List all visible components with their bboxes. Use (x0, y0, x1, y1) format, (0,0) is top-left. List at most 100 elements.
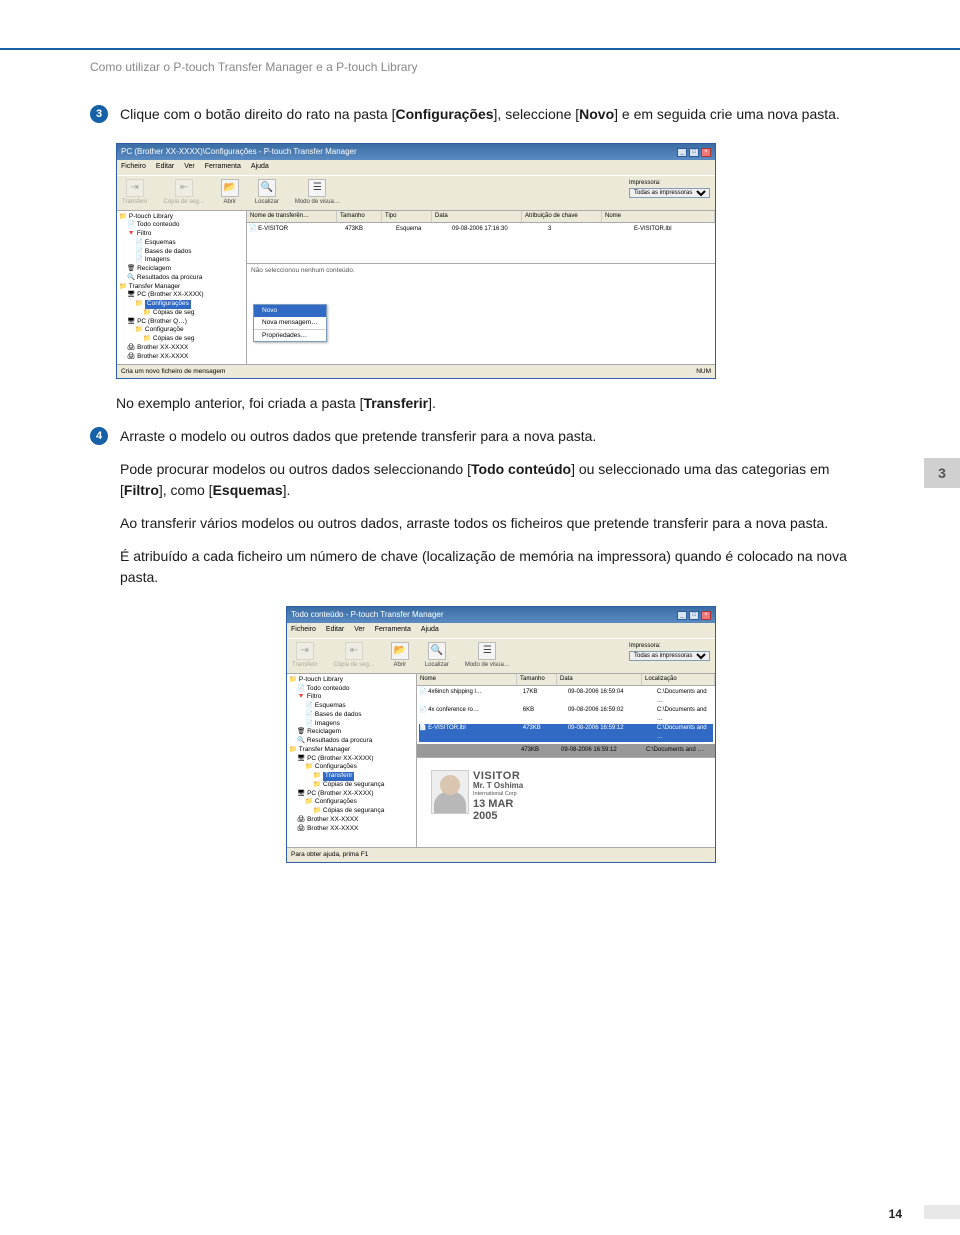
list-row[interactable]: 📄 4x conference ro… 6KB 09-08-2006 16:59… (419, 706, 713, 724)
folder-tree[interactable]: 📁 P-touch Library 📄 Todo conteúdo 🔻 Filt… (117, 211, 247, 364)
window-title: Todo conteúdo - P-touch Transfer Manager (291, 609, 444, 621)
tree-node[interactable]: 📄 Imagens (119, 256, 244, 265)
tree-node[interactable]: 📁 Cópias de segurança (289, 807, 414, 816)
ctx-novo[interactable]: Novo (254, 305, 326, 317)
close-icon[interactable]: × (701, 148, 711, 157)
open-icon: 📂 (221, 179, 239, 197)
search-button[interactable]: 🔍Localizar (255, 179, 279, 207)
menu-ficheiro[interactable]: Ficheiro (121, 162, 146, 173)
footer-tab (924, 1205, 960, 1219)
step-4: 4 Arraste o modelo ou outros dados que p… (90, 426, 870, 600)
transfer-button[interactable]: ⇥Transferir (122, 179, 147, 207)
tree-node[interactable]: 🔍 Resultados da procura (119, 274, 244, 283)
tree-node[interactable]: 🔍 Resultados da procura (289, 737, 414, 746)
backup-icon: ⇤ (175, 179, 193, 197)
viewmode-button[interactable]: ☰Modo de visua… (465, 642, 510, 670)
tree-node[interactable]: 📄 Esquemas (289, 702, 414, 711)
tree-node[interactable]: 📁 P-touch Library (119, 213, 244, 222)
txt: ], seleccione [ (494, 106, 580, 122)
tree-node[interactable]: 📄 Esquemas (119, 239, 244, 248)
txt: ] e em seguida crie uma nova pasta. (614, 106, 840, 122)
menu-ajuda[interactable]: Ajuda (421, 625, 439, 636)
tree-node[interactable]: 🖨 Brother XX-XXXX (119, 353, 244, 362)
label: Modo de visua… (295, 198, 340, 207)
tree-node[interactable]: 🖨 Brother XX-XXXX (289, 825, 414, 834)
menu-editar[interactable]: Editar (326, 625, 344, 636)
menu-ferramenta[interactable]: Ferramenta (205, 162, 241, 173)
close-icon[interactable]: × (701, 611, 711, 620)
tree-node-selected[interactable]: 📁 Transferir (289, 772, 414, 781)
label: Transferir (292, 661, 317, 670)
ctx-nova-mensagem[interactable]: Nova mensagem… (254, 317, 326, 329)
maximize-icon[interactable]: □ (689, 611, 699, 620)
tree-node[interactable]: 📄 Todo conteúdo (289, 685, 414, 694)
label: Cópia de seg… (333, 661, 374, 670)
backup-icon: ⇤ (345, 642, 363, 660)
tree-node[interactable]: 📁 Configuraçõe (119, 326, 244, 335)
tree-node[interactable]: 📄 Bases de dados (289, 711, 414, 720)
view-icon: ☰ (308, 179, 326, 197)
transfer-icon: ⇥ (126, 179, 144, 197)
printer-select[interactable]: Todas as impressoras (629, 651, 710, 661)
maximize-icon[interactable]: □ (689, 148, 699, 157)
label: Abrir (393, 661, 406, 670)
minimize-icon[interactable]: _ (677, 611, 687, 620)
menu-ver[interactable]: Ver (354, 625, 365, 636)
list-row-selected[interactable]: 📄 E-VISITOR.lbl 473KB 09-08-2006 16:59:1… (419, 724, 713, 742)
bold: Novo (579, 106, 614, 122)
menu-ficheiro[interactable]: Ficheiro (291, 625, 316, 636)
backup-button[interactable]: ⇤Cópia de seg… (333, 642, 374, 670)
menu-ajuda[interactable]: Ajuda (251, 162, 269, 173)
tree-node[interactable]: 📁 Configurações (289, 763, 414, 772)
tree-node[interactable]: 📁 Cópias de seg (119, 335, 244, 344)
menu-ferramenta[interactable]: Ferramenta (375, 625, 411, 636)
viewmode-button[interactable]: ☰Modo de visua… (295, 179, 340, 207)
chapter-tab: 3 (924, 458, 960, 488)
tree-node[interactable]: 🖥 PC (Brother Q…) (119, 318, 244, 327)
open-button[interactable]: 📂Abrir (221, 179, 239, 207)
tree-node[interactable]: 🗑 Reciclagem (289, 728, 414, 737)
tree-node[interactable]: 📄 Bases de dados (119, 248, 244, 257)
transfer-icon: ⇥ (296, 642, 314, 660)
list-row[interactable]: 📄 4x6inch shipping l… 17KB 09-08-2006 16… (419, 688, 713, 706)
list-row[interactable]: 📄 E-VISITOR 473KB Esquema 09-08-2006 17:… (249, 225, 713, 234)
menu-editar[interactable]: Editar (156, 162, 174, 173)
bold: Configurações (396, 106, 494, 122)
folder-tree[interactable]: 📁 P-touch Library 📄 Todo conteúdo 🔻 Filt… (287, 674, 417, 847)
tree-node[interactable]: 🖨 Brother XX-XXXX (119, 344, 244, 353)
tree-node[interactable]: 🖨 Brother XX-XXXX (289, 816, 414, 825)
minimize-icon[interactable]: _ (677, 148, 687, 157)
tree-node[interactable]: 🔻 Filtro (119, 230, 244, 239)
tree-node[interactable]: 📁 Configurações (289, 798, 414, 807)
tree-node[interactable]: 🖥 PC (Brother XX-XXXX) (289, 755, 414, 764)
tree-node[interactable]: 📁 P-touch Library (289, 676, 414, 685)
view-icon: ☰ (478, 642, 496, 660)
tree-node-selected[interactable]: 📁 Configurações (119, 300, 244, 309)
printer-select[interactable]: Todas as impressoras (629, 188, 710, 198)
tree-node[interactable]: 📁 Cópias de seg (119, 309, 244, 318)
tree-node[interactable]: 🔻 Filtro (289, 693, 414, 702)
tree-node[interactable]: 🖥 PC (Brother XX-XXXX) (119, 291, 244, 300)
step-4-p3: Ao transferir vários modelos ou outros d… (120, 513, 870, 534)
screenshot-1: PC (Brother XX-XXXX)\Configurações - P-t… (116, 143, 716, 379)
tree-node[interactable]: 📁 Cópias de segurança (289, 781, 414, 790)
open-button[interactable]: 📂Abrir (391, 642, 409, 670)
tree-node[interactable]: 📄 Todo conteúdo (119, 221, 244, 230)
label: Abrir (223, 198, 236, 207)
status-text: Cria um novo ficheiro de mensagem (121, 367, 225, 377)
backup-button[interactable]: ⇤Cópia de seg… (163, 179, 204, 207)
step-3-text: Clique com o botão direito do rato na pa… (120, 104, 870, 125)
menu-ver[interactable]: Ver (184, 162, 195, 173)
transfer-button[interactable]: ⇥Transferir (292, 642, 317, 670)
txt: Clique com o botão direito do rato na pa… (120, 106, 396, 122)
tree-node[interactable]: 🖥 PC (Brother XX-XXXX) (289, 790, 414, 799)
context-menu[interactable]: Novo Nova mensagem… Propriedades… (253, 304, 327, 342)
page-number: 14 (889, 1207, 902, 1221)
search-button[interactable]: 🔍Localizar (425, 642, 449, 670)
breadcrumb: Como utilizar o P-touch Transfer Manager… (0, 50, 960, 74)
tree-node[interactable]: 🗑 Reciclagem (119, 265, 244, 274)
search-icon: 🔍 (428, 642, 446, 660)
tree-node[interactable]: 📁 Transfer Manager (289, 746, 414, 755)
ctx-propriedades[interactable]: Propriedades… (254, 329, 326, 342)
step-4-p4: É atribuído a cada ficheiro um número de… (120, 546, 870, 588)
